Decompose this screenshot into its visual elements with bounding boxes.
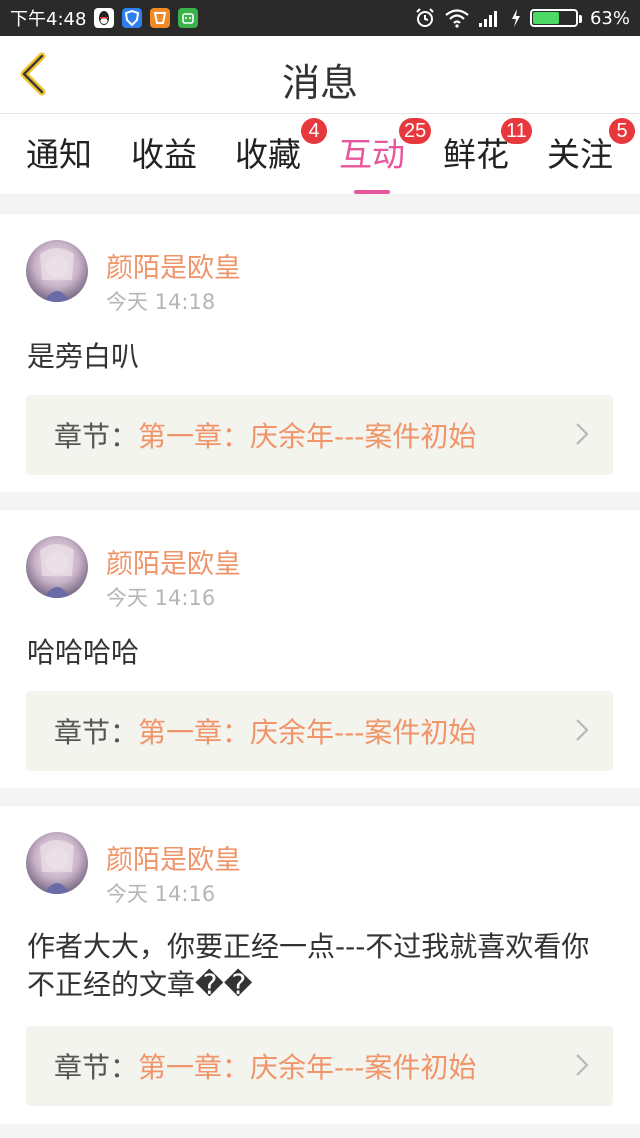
timestamp: 今天 14:16 — [106, 586, 216, 610]
avatar[interactable] — [26, 536, 88, 598]
message-card: 颜陌是欧皇 今天 14:16 作者大大，你要正经一点---不过我就喜欢看你不正经… — [0, 806, 640, 1124]
game-icon — [150, 8, 171, 28]
chapter-title: 第一章：庆余年---案件初始 — [138, 716, 477, 749]
battery-icon — [529, 9, 582, 27]
tab-earnings[interactable]: 收益 — [131, 128, 197, 178]
chapter-link[interactable]: 章节： 第一章：庆余年---案件初始 — [26, 1026, 613, 1106]
chevron-right-icon — [576, 719, 589, 741]
shield-icon — [122, 8, 143, 28]
chapter-label: 章节： — [54, 1051, 139, 1084]
wifi-icon — [444, 8, 470, 28]
tab-follow[interactable]: 关注 5 — [547, 118, 635, 178]
timestamp: 今天 14:16 — [106, 882, 216, 906]
tab-label: 通知 — [26, 135, 92, 174]
qq-icon — [94, 8, 115, 28]
signal-icon — [478, 8, 502, 28]
username[interactable]: 颜陌是欧皇 — [106, 838, 241, 877]
chapter-link[interactable]: 章节： 第一章：庆余年---案件初始 — [26, 691, 613, 771]
tab-notify[interactable]: 通知 — [26, 128, 92, 178]
tab-label: 关注 — [547, 135, 613, 174]
tab-label: 收益 — [131, 135, 197, 174]
message-card: 颜陌是欧皇 今天 14:16 哈哈哈哈 章节： 第一章：庆余年---案件初始 — [0, 510, 640, 788]
message-card: 颜陌是欧皇 今天 14:18 是旁白叭 章节： 第一章：庆余年---案件初始 — [0, 214, 640, 492]
comment-text: 哈哈哈哈 — [27, 636, 140, 669]
status-time: 下午4:48 — [10, 9, 87, 30]
comment-text: 是旁白叭 — [27, 340, 140, 373]
status-bar: 下午4:48 63% — [0, 0, 640, 36]
active-tab-indicator — [354, 190, 390, 194]
chapter-title: 第一章：庆余年---案件初始 — [138, 420, 477, 453]
chapter-label: 章节： — [54, 420, 139, 453]
tab-interaction[interactable]: 互动 25 — [339, 118, 432, 194]
unread-badge: 11 — [501, 118, 532, 144]
tab-label: 收藏 — [235, 135, 301, 174]
chapter-title: 第一章：庆余年---案件初始 — [138, 1051, 477, 1084]
page-title: 消息 — [281, 61, 358, 105]
comment-text: 作者大大，你要正经一点---不过我就喜欢看你不正经的文章�� — [27, 930, 590, 1001]
tab-bar: 通知 收益 收藏 4 互动 25 鲜花 11 关注 5 — [0, 114, 640, 194]
tab-label: 鲜花 — [443, 135, 509, 174]
avatar[interactable] — [26, 240, 88, 302]
tab-favorites[interactable]: 收藏 4 — [235, 118, 327, 178]
alarm-icon — [414, 7, 436, 29]
android-icon — [178, 8, 199, 28]
charging-icon — [510, 8, 522, 28]
unread-badge: 25 — [399, 118, 432, 144]
username[interactable]: 颜陌是欧皇 — [106, 542, 241, 581]
chevron-right-icon — [576, 423, 589, 445]
avatar[interactable] — [26, 832, 88, 894]
unread-badge: 4 — [301, 118, 327, 144]
chapter-link[interactable]: 章节： 第一章：庆余年---案件初始 — [26, 395, 613, 475]
tab-flowers[interactable]: 鲜花 11 — [443, 118, 532, 178]
header: 消息 — [0, 36, 640, 114]
battery-percent: 63% — [589, 7, 630, 29]
tab-label: 互动 — [339, 135, 405, 174]
chapter-label: 章节： — [54, 716, 139, 749]
chevron-right-icon — [576, 1054, 589, 1076]
timestamp: 今天 14:18 — [106, 290, 216, 314]
unread-badge: 5 — [609, 118, 635, 144]
username[interactable]: 颜陌是欧皇 — [106, 246, 241, 285]
